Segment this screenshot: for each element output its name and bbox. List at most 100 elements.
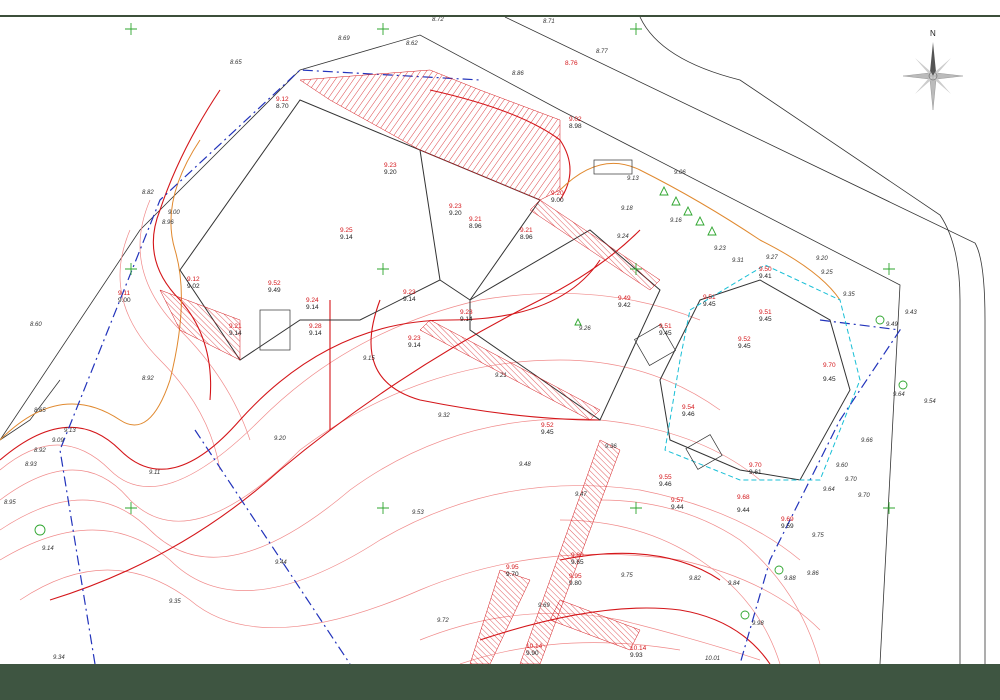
elevation-label: 9.21: [229, 323, 242, 330]
major-contours: [0, 89, 771, 664]
elevation-label: 8.86: [512, 71, 524, 77]
elevation-label: 8.96: [520, 234, 533, 241]
elevation-label: 9.23: [403, 289, 416, 296]
elevation-label: 9.25: [340, 227, 353, 234]
elevation-label: 9.68: [737, 494, 750, 501]
elevation-label: 9.23: [384, 162, 397, 169]
elevation-label: 9.12: [276, 96, 289, 103]
elevation-label: 9.14: [306, 304, 319, 311]
elevation-label: 9.70: [858, 493, 870, 499]
elevation-label: 9.59: [781, 523, 794, 530]
elevation-label: 9.20: [551, 190, 564, 197]
elevation-label: 9.49: [618, 295, 631, 302]
elevation-label: 9.80: [571, 552, 584, 559]
elevation-label: 9.00: [168, 210, 180, 216]
topographic-plan: N 9.12 8.70 9.23 9.20 9.23 9.20 9.21 8.9…: [0, 17, 986, 664]
site-plan-drawing: N 9.12 8.70 9.23 9.20 9.23 9.20 9.21 8.9…: [0, 0, 1000, 700]
elevation-label: 9.47: [575, 492, 587, 498]
elevation-label: 9.14: [340, 234, 353, 241]
elevation-label: 8.92: [142, 376, 154, 382]
stair-structures: [259, 159, 723, 470]
elevation-label: 9.44: [737, 507, 750, 514]
elevation-label: 10.14: [630, 645, 647, 652]
elevation-label: 9.98: [752, 621, 764, 627]
elevation-label: 9.21: [495, 373, 507, 379]
elevation-label: 9.26: [579, 326, 591, 332]
minor-contours: [0, 199, 821, 664]
elevation-label: 8.96: [469, 223, 482, 230]
elevation-label: 9.44: [671, 504, 684, 511]
elevation-label: 9.84: [728, 581, 740, 587]
elevation-label: 8.93: [25, 462, 37, 468]
elevation-label: 9.31: [732, 258, 744, 264]
elevation-label: 9.52: [541, 422, 554, 429]
elevation-label: 9.23: [449, 203, 462, 210]
elevation-label: 9.45: [659, 330, 672, 337]
elevation-label: 9.00: [551, 197, 564, 204]
elevation-label: 9.90: [526, 650, 539, 657]
elevation-label: 9.23: [408, 335, 421, 342]
elevation-label: 9.70: [506, 571, 519, 578]
elevation-label: 9.14: [229, 330, 242, 337]
elevation-label: 10.01: [705, 656, 720, 662]
elevation-label: 9.46: [682, 411, 695, 418]
elevation-label: 9.69: [538, 603, 550, 609]
elevation-label: 9.80: [569, 580, 582, 587]
elevation-label: 9.02: [569, 116, 582, 123]
elevation-label: 9.24: [617, 234, 629, 240]
elevation-label: 9.41: [759, 273, 772, 280]
elevation-label: 8.62: [406, 41, 418, 47]
elevation-label: 9.61: [749, 469, 762, 476]
elevation-label: 9.25: [821, 270, 833, 276]
elevation-label: 8.69: [338, 36, 350, 42]
elevation-label: 9.02: [187, 283, 200, 290]
elevation-label: 8.77: [596, 49, 608, 55]
tree-symbols: [34, 185, 908, 620]
elevation-label: 9.43: [905, 310, 917, 316]
elevation-label: 9.70: [823, 362, 836, 369]
elevation-label: 9.42: [618, 302, 631, 309]
elevation-label: 9.28: [309, 323, 322, 330]
elevation-label: 8.92: [34, 448, 46, 454]
east-building: [659, 279, 851, 481]
elevation-label: 9.09: [52, 438, 64, 444]
elevation-label: 9.24: [306, 297, 319, 304]
elevation-label: 9.70: [845, 477, 857, 483]
elevation-label: 9.35: [169, 599, 181, 605]
elevation-label: 9.50: [759, 266, 772, 273]
elevation-label: 9.14: [460, 316, 473, 323]
elevation-label: 8.72: [432, 17, 444, 23]
elevation-label: 9.82: [689, 576, 701, 582]
elevation-label: 9.64: [893, 392, 905, 398]
bottom-border: [0, 664, 1000, 700]
elevation-label: 8.82: [142, 190, 154, 196]
elevation-label: 9.12: [187, 276, 200, 283]
elevation-label: 9.11: [118, 290, 131, 297]
elevation-label: 9.06: [674, 170, 686, 176]
elevation-label: 9.53: [412, 510, 424, 516]
hatched-slopes: [159, 69, 661, 664]
elevation-label: 9.45: [823, 376, 836, 383]
elevation-label: 9.95: [569, 573, 582, 580]
elevation-label: 9.51: [703, 294, 716, 301]
elevation-label: 8.76: [565, 60, 578, 67]
elevation-label: 9.13: [627, 176, 639, 182]
elevation-label: 9.69: [781, 516, 794, 523]
elevation-label: 9.34: [53, 655, 65, 661]
elevation-label: 9.20: [816, 256, 828, 262]
elevation-label: 9.70: [749, 462, 762, 469]
elevation-label: 9.64: [823, 487, 835, 493]
elevation-label: 9.14: [403, 296, 416, 303]
elevation-label: 9.11: [149, 470, 160, 476]
north-arrow-icon: [902, 42, 964, 111]
elevation-label: 9.48: [519, 462, 531, 468]
elevation-label: 9.66: [861, 438, 873, 444]
elevation-label: 9.54: [682, 404, 695, 411]
elevation-label: 9.35: [843, 292, 855, 298]
elevation-label: 9.72: [437, 618, 449, 624]
elevation-label: 9.51: [659, 323, 672, 330]
elevation-label: 8.65: [230, 60, 242, 66]
cyan-outline: [664, 264, 861, 481]
elevation-label: 9.18: [621, 206, 633, 212]
elevation-label: 9.23: [714, 246, 726, 252]
